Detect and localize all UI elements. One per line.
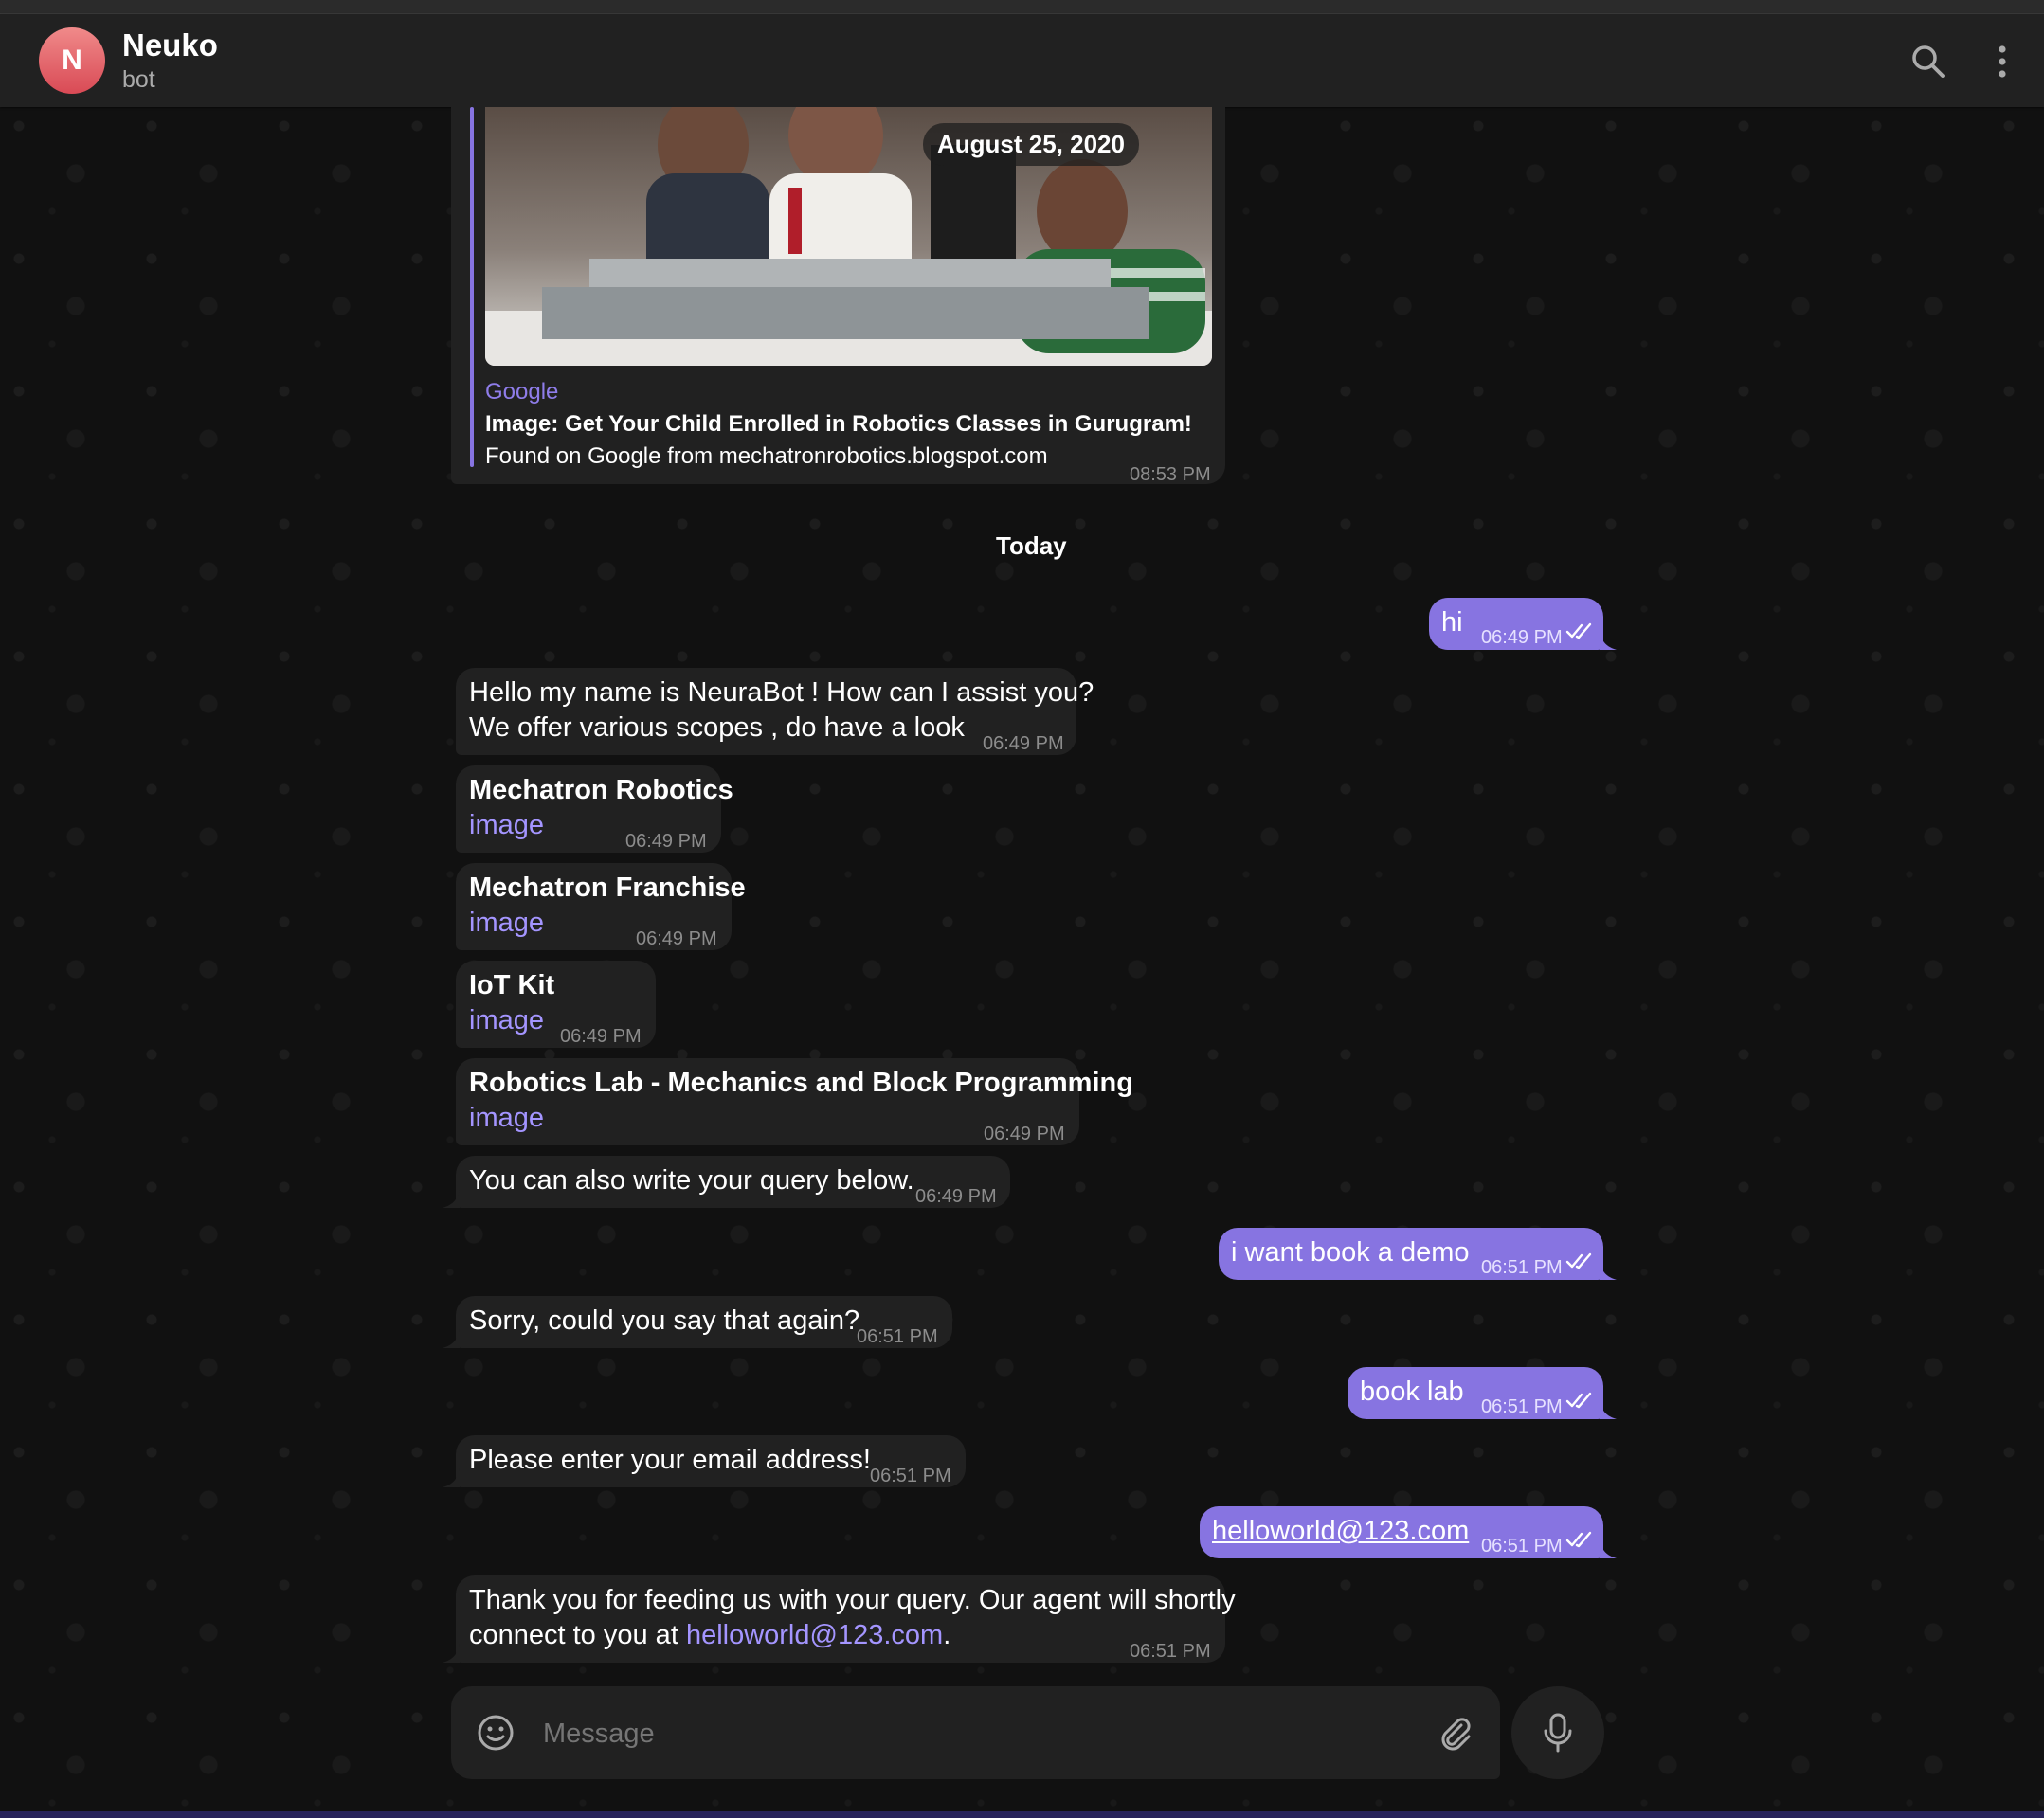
incoming-message[interactable]: Sorry, could you say that again? 06:51 P… bbox=[456, 1296, 952, 1348]
double-check-icon bbox=[1565, 622, 1592, 639]
message-composer[interactable] bbox=[451, 1686, 1500, 1779]
link-preview-bar bbox=[470, 107, 474, 467]
message-time: 06:51 PM bbox=[870, 1466, 951, 1486]
incoming-message[interactable]: Please enter your email address! 06:51 P… bbox=[456, 1435, 966, 1487]
bubble-tail bbox=[1600, 1539, 1617, 1558]
message-text: Sorry, could you say that again? bbox=[469, 1305, 860, 1336]
message-time: 06:51 PM bbox=[1481, 1536, 1563, 1557]
bottom-border bbox=[0, 1811, 2044, 1818]
message-text-line2: connect to you at helloworld@123.com. bbox=[469, 1618, 950, 1653]
message-time: 06:49 PM bbox=[1481, 627, 1563, 648]
search-icon[interactable] bbox=[1908, 41, 1949, 82]
message-text-line1: Thank you for feeding us with your query… bbox=[469, 1585, 1236, 1615]
outgoing-message[interactable]: i want book a demo 06:51 PM bbox=[1219, 1228, 1603, 1280]
incoming-message[interactable]: Robotics Lab - Mechanics and Block Progr… bbox=[456, 1058, 1133, 1145]
window-top-strip bbox=[0, 0, 2044, 14]
chat-header[interactable]: N Neuko bot bbox=[0, 14, 2044, 107]
message-input[interactable] bbox=[541, 1709, 1379, 1758]
chat-title[interactable]: Neuko bbox=[122, 27, 218, 63]
double-check-icon bbox=[1565, 1392, 1592, 1409]
date-separator: Today bbox=[996, 531, 1067, 560]
chat-subtitle: bot bbox=[122, 66, 155, 93]
bubble-tail bbox=[1600, 1261, 1617, 1280]
message-title: IoT Kit bbox=[469, 970, 555, 1000]
message-time: 06:49 PM bbox=[625, 831, 707, 852]
bubble-tail bbox=[443, 1468, 460, 1487]
message-text: book lab bbox=[1360, 1377, 1464, 1407]
message-time: 06:49 PM bbox=[636, 928, 717, 949]
message-time: 06:51 PM bbox=[1481, 1257, 1563, 1278]
message-link[interactable]: image bbox=[469, 808, 544, 843]
bubble-tail bbox=[443, 1329, 460, 1348]
message-link[interactable]: image bbox=[469, 1101, 544, 1136]
message-time: 06:51 PM bbox=[857, 1326, 938, 1347]
message-time: 06:51 PM bbox=[1130, 1641, 1211, 1662]
message-title: Mechatron Franchise bbox=[469, 873, 746, 903]
outgoing-message[interactable]: helloworld@123.com 06:51 PM bbox=[1200, 1506, 1603, 1558]
message-text: . bbox=[943, 1620, 951, 1650]
message-text: i want book a demo bbox=[1231, 1237, 1470, 1268]
message-link[interactable]: image bbox=[469, 1003, 544, 1038]
message-text: hi bbox=[1441, 607, 1463, 638]
incoming-message[interactable]: Thank you for feeding us with your query… bbox=[456, 1575, 1236, 1663]
preview-title[interactable]: Image: Get Your Child Enrolled in Roboti… bbox=[485, 406, 1192, 441]
message-time: 06:51 PM bbox=[1481, 1396, 1563, 1417]
message-time: 06:49 PM bbox=[983, 733, 1064, 754]
more-vertical-icon[interactable] bbox=[1981, 41, 2023, 82]
double-check-icon bbox=[1565, 1252, 1592, 1269]
paperclip-icon[interactable] bbox=[1437, 1714, 1474, 1752]
message-time: 08:53 PM bbox=[1130, 464, 1211, 485]
message-title: Robotics Lab - Mechanics and Block Progr… bbox=[469, 1068, 1133, 1098]
outgoing-message[interactable]: book lab 06:51 PM bbox=[1348, 1367, 1603, 1419]
avatar[interactable]: N bbox=[39, 27, 105, 94]
message-text-line1: Hello my name is NeuraBot ! How can I as… bbox=[469, 677, 1094, 708]
microphone-icon bbox=[1544, 1713, 1572, 1753]
incoming-message[interactable]: Mechatron Franchise image 06:49 PM bbox=[456, 863, 746, 950]
bubble-tail bbox=[1600, 631, 1617, 650]
message-time: 06:49 PM bbox=[984, 1124, 1065, 1144]
microphone-button[interactable] bbox=[1511, 1686, 1604, 1779]
bubble-tail bbox=[1600, 1400, 1617, 1419]
telegram-app: N Neuko bot August 25, 2020 Google Image… bbox=[0, 0, 2044, 1818]
bubble-tail bbox=[443, 1189, 460, 1208]
message-time: 06:49 PM bbox=[915, 1186, 997, 1207]
bubble-tail bbox=[443, 1644, 460, 1663]
incoming-message[interactable]: You can also write your query below. 06:… bbox=[456, 1156, 1010, 1208]
incoming-message[interactable]: Mechatron Robotics image 06:49 PM bbox=[456, 765, 733, 853]
outgoing-message[interactable]: hi 06:49 PM bbox=[1429, 598, 1603, 650]
preview-description: Found on Google from mechatronrobotics.b… bbox=[485, 443, 1048, 469]
email-link[interactable]: helloworld@123.com bbox=[1212, 1514, 1469, 1549]
message-text: You can also write your query below. bbox=[469, 1165, 914, 1196]
message-time: 06:49 PM bbox=[560, 1026, 642, 1047]
message-title: Mechatron Robotics bbox=[469, 775, 733, 805]
date-pill: August 25, 2020 bbox=[923, 123, 1139, 166]
message-text: Please enter your email address! bbox=[469, 1445, 871, 1475]
incoming-message[interactable]: Hello my name is NeuraBot ! How can I as… bbox=[456, 668, 1094, 755]
double-check-icon bbox=[1565, 1531, 1592, 1548]
email-link[interactable]: helloworld@123.com bbox=[686, 1620, 943, 1650]
preview-site[interactable]: Google bbox=[485, 374, 558, 409]
message-text-line2: We offer various scopes , do have a look bbox=[469, 712, 965, 743]
link-preview-message[interactable]: August 25, 2020 Google Image: Get Your C… bbox=[451, 107, 1225, 485]
message-text: connect to you at bbox=[469, 1620, 686, 1650]
smile-icon[interactable] bbox=[477, 1714, 515, 1752]
incoming-message[interactable]: IoT Kit image 06:49 PM bbox=[456, 961, 656, 1048]
message-link[interactable]: image bbox=[469, 906, 544, 941]
